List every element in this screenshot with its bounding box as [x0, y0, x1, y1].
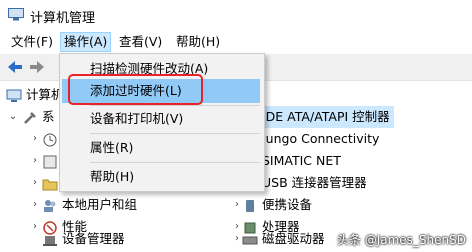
watermark: 头条 @James_ShenSD — [336, 233, 466, 247]
menu-bar: 文件(F) 操作(A) 查看(V) 帮助(H) — [0, 30, 472, 54]
tree-item-system[interactable]: 系 — [22, 106, 55, 128]
device-label-usb-connector: USB 连接器管理器 — [262, 175, 367, 190]
annotation-highlight-box — [68, 74, 203, 105]
chevron-down-icon[interactable]: ⌄ — [8, 106, 18, 128]
chevron-right-icon[interactable]: › — [232, 194, 242, 216]
tree-label-device-manager: 设备管理器 — [62, 231, 125, 246]
forward-arrow-icon[interactable] — [26, 57, 48, 77]
shared-folder-icon — [42, 179, 58, 190]
menu-file[interactable]: 文件(F) — [8, 34, 56, 50]
device-category-disk[interactable]: 磁盘驱动器 — [242, 228, 325, 250]
system-tools-icon — [24, 111, 36, 124]
menu-view[interactable]: 查看(V) — [116, 34, 165, 50]
clock-icon — [43, 133, 57, 146]
back-arrow-icon[interactable] — [4, 57, 26, 77]
chevron-right-icon[interactable]: › — [30, 150, 40, 172]
title-bar: 计算机管理 — [0, 0, 472, 30]
menu-item-help[interactable]: 帮助(H) — [90, 166, 134, 188]
tree-item-device-manager[interactable]: 设备管理器 — [42, 228, 125, 250]
users-icon — [44, 199, 56, 212]
menu-item-properties[interactable]: 属性(R) — [90, 137, 133, 159]
menu-separator — [90, 105, 260, 106]
tree-label-local-users: 本地用户和组 — [62, 197, 138, 212]
menu-item-devices-printers[interactable]: 设备和打印机(V) — [90, 108, 183, 130]
menu-separator — [90, 162, 260, 163]
portable-device-icon — [246, 199, 254, 212]
computer-icon — [6, 89, 22, 102]
disk-drive-icon — [242, 236, 258, 244]
menu-action[interactable]: 操作(A) — [60, 32, 112, 52]
device-label-ide: IDE ATA/ATAPI 控制器 — [262, 109, 390, 124]
menu-separator — [90, 133, 260, 134]
menu-help[interactable]: 帮助(H) — [173, 34, 223, 50]
computer-management-icon — [8, 8, 24, 21]
tree-item-root[interactable]: 计算机 — [6, 84, 64, 106]
device-label-jungo: Jungo Connectivity — [262, 131, 380, 146]
device-label-portable: 便携设备 — [262, 197, 313, 212]
event-viewer-icon — [43, 155, 57, 168]
device-category-portable[interactable]: 便携设备 — [242, 194, 312, 216]
chevron-right-icon[interactable]: › — [30, 216, 40, 238]
chevron-right-icon[interactable]: › — [30, 172, 40, 194]
chevron-right-icon[interactable]: › — [30, 128, 40, 150]
tree-item-local-users[interactable]: 本地用户和组 — [42, 194, 137, 216]
tree-label-system: 系 — [42, 109, 55, 124]
device-label-disk: 磁盘驱动器 — [262, 231, 325, 246]
chevron-right-icon[interactable]: › — [232, 228, 242, 250]
chevron-right-icon[interactable]: › — [30, 194, 40, 216]
device-label-simatic: SIMATIC NET — [262, 153, 341, 168]
device-manager-icon — [43, 235, 57, 246]
tree-label-root: 计算机 — [26, 87, 64, 102]
window-title: 计算机管理 — [30, 11, 96, 26]
